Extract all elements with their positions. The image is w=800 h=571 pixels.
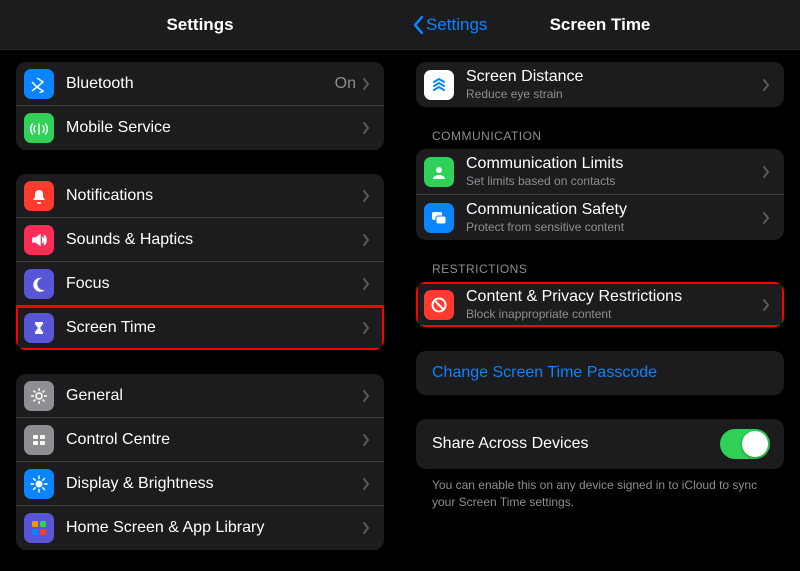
share-toggle[interactable] bbox=[720, 429, 770, 459]
chevron-right-icon bbox=[362, 389, 370, 403]
communication-limits-row-label: Communication Limits bbox=[466, 155, 762, 173]
change-passcode-button[interactable]: Change Screen Time Passcode bbox=[416, 351, 784, 395]
back-button[interactable]: Settings bbox=[412, 15, 487, 35]
chevron-right-icon bbox=[762, 165, 770, 179]
settings-row-display-brightness[interactable]: Display & Brightness bbox=[16, 462, 384, 506]
settings-row-mobile-service-label: Mobile Service bbox=[66, 119, 362, 137]
block-icon bbox=[424, 290, 454, 320]
settings-group-2: Notifications Sounds & Haptics Focus Screen… bbox=[16, 174, 384, 350]
chevron-right-icon bbox=[762, 211, 770, 225]
settings-group-3: General Control Centre Display & Brightnes… bbox=[16, 374, 384, 550]
communication-safety-row-sublabel: Protect from sensitive content bbox=[466, 220, 762, 234]
share-label: Share Across Devices bbox=[432, 435, 720, 453]
settings-panel: Settings BluetoothOn Mobile Service Notif… bbox=[0, 0, 400, 571]
gear-icon bbox=[24, 381, 54, 411]
chat-icon bbox=[424, 203, 454, 233]
share-footer: You can enable this on any device signed… bbox=[416, 469, 784, 519]
settings-row-general[interactable]: General bbox=[16, 374, 384, 418]
bluetooth-icon bbox=[24, 69, 54, 99]
sliders-icon bbox=[24, 425, 54, 455]
settings-row-notifications[interactable]: Notifications bbox=[16, 174, 384, 218]
screen-time-content[interactable]: Screen DistanceReduce eye strain COMMUNI… bbox=[400, 50, 800, 571]
settings-row-screen-time[interactable]: Screen Time bbox=[16, 306, 384, 350]
screen-distance-row-label: Screen Distance bbox=[466, 68, 762, 86]
settings-row-bluetooth[interactable]: BluetoothOn bbox=[16, 62, 384, 106]
chevron-right-icon bbox=[362, 433, 370, 447]
communication-limits-row[interactable]: Communication LimitsSet limits based on … bbox=[416, 149, 784, 195]
chevron-right-icon bbox=[362, 233, 370, 247]
passcode-group: Change Screen Time Passcode bbox=[416, 351, 784, 395]
chevron-right-icon bbox=[762, 298, 770, 312]
share-group: Share Across Devices bbox=[416, 419, 784, 469]
screen-time-header: Settings Screen Time bbox=[400, 0, 800, 50]
settings-row-control-centre[interactable]: Control Centre bbox=[16, 418, 384, 462]
restrictions-group: Content & Privacy RestrictionsBlock inap… bbox=[416, 282, 784, 327]
settings-row-display-brightness-label: Display & Brightness bbox=[66, 475, 362, 493]
communication-limits-row-sublabel: Set limits based on contacts bbox=[466, 174, 762, 188]
sun-icon bbox=[24, 469, 54, 499]
distance-group: Screen DistanceReduce eye strain bbox=[416, 62, 784, 107]
settings-row-bluetooth-label: Bluetooth bbox=[66, 75, 335, 93]
settings-row-control-centre-label: Control Centre bbox=[66, 431, 362, 449]
hourglass-icon bbox=[24, 313, 54, 343]
content-privacy-row[interactable]: Content & Privacy RestrictionsBlock inap… bbox=[416, 282, 784, 327]
chevron-right-icon bbox=[362, 277, 370, 291]
settings-row-notifications-label: Notifications bbox=[66, 187, 362, 205]
screen-distance-row[interactable]: Screen DistanceReduce eye strain bbox=[416, 62, 784, 107]
chevron-right-icon bbox=[362, 121, 370, 135]
settings-row-home-screen-app-library[interactable]: Home Screen & App Library bbox=[16, 506, 384, 550]
settings-title: Settings bbox=[166, 15, 233, 35]
screen-distance-row-sublabel: Reduce eye strain bbox=[466, 87, 762, 101]
chevron-right-icon bbox=[362, 477, 370, 491]
settings-row-bluetooth-value: On bbox=[335, 75, 356, 93]
settings-row-general-label: General bbox=[66, 387, 362, 405]
settings-row-focus[interactable]: Focus bbox=[16, 262, 384, 306]
settings-row-screen-time-label: Screen Time bbox=[66, 319, 362, 337]
chevron-right-icon bbox=[362, 321, 370, 335]
bell-icon bbox=[24, 181, 54, 211]
antenna-icon bbox=[24, 113, 54, 143]
settings-row-sounds-haptics-label: Sounds & Haptics bbox=[66, 231, 362, 249]
settings-row-mobile-service[interactable]: Mobile Service bbox=[16, 106, 384, 150]
settings-row-home-screen-app-library-label: Home Screen & App Library bbox=[66, 519, 362, 537]
grid-icon bbox=[24, 513, 54, 543]
chevron-right-icon bbox=[362, 77, 370, 91]
settings-row-focus-label: Focus bbox=[66, 275, 362, 293]
share-across-devices-row: Share Across Devices bbox=[416, 419, 784, 469]
chevron-left-icon bbox=[412, 15, 424, 35]
settings-row-sounds-haptics[interactable]: Sounds & Haptics bbox=[16, 218, 384, 262]
content-privacy-row-sublabel: Block inappropriate content bbox=[466, 307, 762, 321]
chevron-right-icon bbox=[362, 189, 370, 203]
person-icon bbox=[424, 157, 454, 187]
speaker-icon bbox=[24, 225, 54, 255]
chevron-right-icon bbox=[762, 78, 770, 92]
screen-time-title: Screen Time bbox=[550, 15, 651, 35]
distance-icon bbox=[424, 70, 454, 100]
communication-header: COMMUNICATION bbox=[416, 123, 784, 149]
restrictions-header: RESTRICTIONS bbox=[416, 256, 784, 282]
content-privacy-row-label: Content & Privacy Restrictions bbox=[466, 288, 762, 306]
screen-time-panel: Settings Screen Time Screen DistanceRedu… bbox=[400, 0, 800, 571]
settings-content[interactable]: BluetoothOn Mobile Service Notifications S… bbox=[0, 50, 400, 571]
communication-safety-row[interactable]: Communication SafetyProtect from sensiti… bbox=[416, 195, 784, 240]
communication-group: Communication LimitsSet limits based on … bbox=[416, 149, 784, 240]
moon-icon bbox=[24, 269, 54, 299]
back-label: Settings bbox=[426, 15, 487, 35]
chevron-right-icon bbox=[362, 521, 370, 535]
settings-group-1: BluetoothOn Mobile Service bbox=[16, 62, 384, 150]
settings-header: Settings bbox=[0, 0, 400, 50]
communication-safety-row-label: Communication Safety bbox=[466, 201, 762, 219]
